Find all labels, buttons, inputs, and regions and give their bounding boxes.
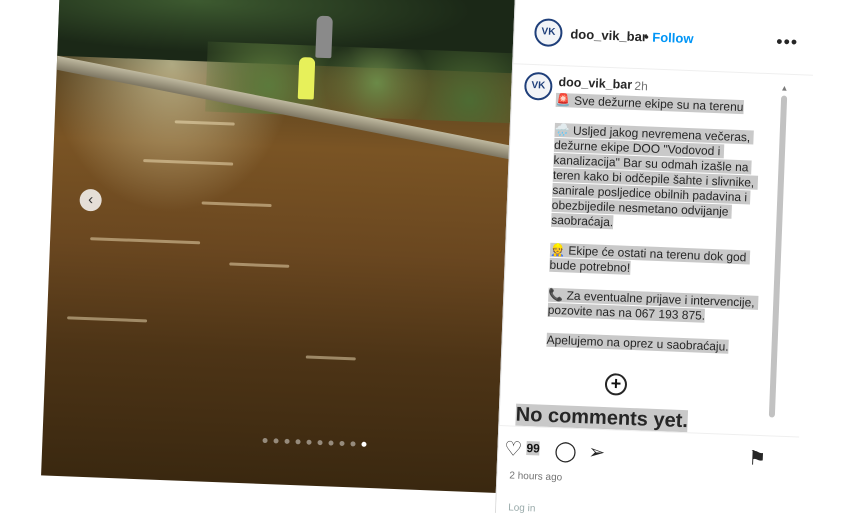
carousel-dot: [295, 439, 301, 445]
post-photo[interactable]: [41, 0, 521, 494]
post-modal: ‹ VK doo_vik_bar • Follow ••• VK doo_vik…: [0, 0, 850, 526]
like-count[interactable]: 99: [526, 441, 541, 456]
follow-button[interactable]: Follow: [652, 30, 694, 47]
caption-line: Apelujemo na oprez u saobraćaju.: [546, 332, 729, 354]
share-icon[interactable]: ➢: [588, 439, 606, 465]
caption-username[interactable]: doo_vik_bar: [558, 75, 632, 92]
photo-worker: [297, 57, 316, 100]
post-header: VK doo_vik_bar • Follow •••: [513, 0, 816, 76]
caption-line: 👷 Ekipe će ostati na terenu dok god bude…: [549, 242, 750, 275]
caption-time: 2h: [634, 78, 649, 94]
post-actions: ♡ 99 ◯ ➢ ⚑ 2 hours ago Log in: [495, 424, 800, 526]
carousel-dot: [306, 439, 312, 445]
header-separator: •: [644, 29, 650, 45]
comment-icon[interactable]: ◯: [554, 438, 577, 464]
carousel-dot: [328, 440, 334, 446]
carousel-dot: [361, 441, 367, 447]
carousel-dot: [284, 438, 290, 444]
caption-line: 🌧️ Usljed jakog nevremena večeras, dežur…: [550, 122, 758, 230]
carousel-dot: [339, 440, 345, 447]
post-side-panel: VK doo_vik_bar • Follow ••• VK doo_vik_b…: [494, 0, 816, 526]
carousel-dot: [317, 440, 323, 446]
caption-avatar[interactable]: VK: [523, 71, 553, 101]
photo-shrubs: [205, 41, 518, 124]
more-options-icon[interactable]: •••: [776, 31, 799, 53]
caption-text: 🚨 Sve dežurne ekipe su na terenu 🌧️ Uslj…: [546, 92, 772, 356]
login-hint[interactable]: Log in: [508, 502, 536, 514]
like-icon[interactable]: ♡: [504, 436, 523, 462]
carousel-dot: [273, 438, 279, 444]
header-username[interactable]: doo_vik_bar: [570, 26, 647, 44]
carousel-dot: [350, 441, 356, 447]
save-icon[interactable]: ⚑: [748, 446, 767, 472]
post-timestamp: 2 hours ago: [509, 470, 563, 484]
account-avatar[interactable]: VK: [533, 18, 563, 48]
caption-line: 🚨 Sve dežurne ekipe su na terenu: [555, 92, 744, 115]
carousel-dot: [262, 437, 268, 444]
photo-bystander: [315, 15, 333, 59]
caption-area: VK doo_vik_bar 2h 🚨 Sve dežurne ekipe su…: [499, 65, 813, 436]
scroll-up-icon[interactable]: ▲: [780, 84, 788, 93]
caption-line: 📞 Za eventualne prijave i intervencije, …: [547, 287, 759, 323]
carousel-dots: [262, 437, 367, 447]
